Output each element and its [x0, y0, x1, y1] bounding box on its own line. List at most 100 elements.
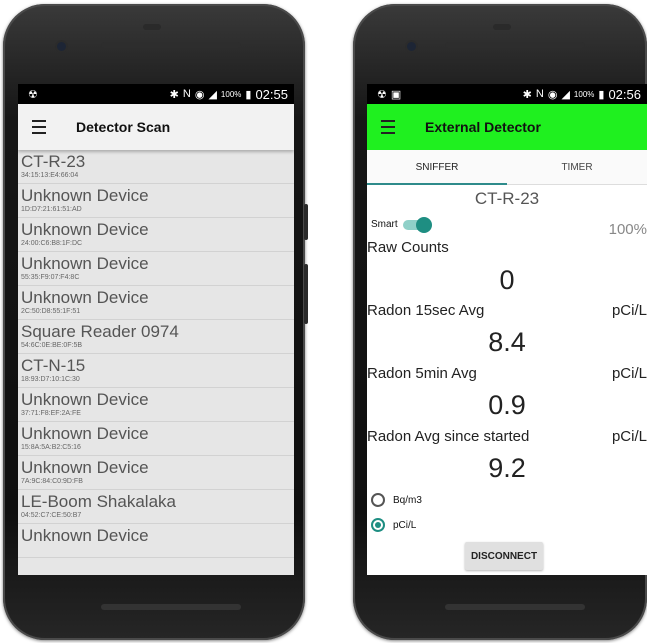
radiation-icon: ☢	[377, 88, 387, 101]
battery-percent: 100%	[220, 89, 242, 99]
tab-bar: SNIFFER TIMER	[367, 150, 647, 185]
list-item[interactable]: Unknown Device 24:00:C6:B8:1F:DC	[18, 218, 294, 252]
device-name: CT-R-23	[474, 189, 540, 208]
smart-toggle[interactable]	[402, 216, 432, 233]
device-name: Unknown Device	[21, 186, 149, 205]
wifi-icon: ◉	[547, 88, 558, 101]
radio-selected[interactable]	[371, 518, 385, 532]
device-mac: 55:35:F9:07:F4:8C	[21, 274, 80, 281]
raw-counts-value: 0	[499, 265, 515, 295]
device-mac: 04:52:C7:CE:50:B7	[21, 512, 82, 519]
unit-option-pcil[interactable]: pCi/L	[371, 518, 416, 532]
sniffer-panel: CT-R-23 Smart 100% Raw Counts 0 Radon 15…	[367, 185, 647, 575]
radon-15sec-unit: pCi/L	[611, 302, 647, 319]
device-mac: 2C:50:D8:55:1F:51	[21, 308, 81, 315]
volume-button	[304, 264, 308, 324]
list-item[interactable]: Unknown Device 1D:D7:21:61:51:AD	[18, 184, 294, 218]
device-mac: 34:15:13:E4:66:04	[21, 172, 79, 179]
status-bar: ☢ ▣ ✱ N ◉ ◢ 100% ▮ 02:56	[367, 84, 647, 104]
device-name: LE-Boom Shakalaka	[21, 492, 176, 511]
bottom-speaker	[101, 604, 241, 610]
power-button	[304, 204, 308, 240]
smart-label: Smart	[371, 219, 398, 230]
device-name: Unknown Device	[21, 424, 149, 443]
proximity-sensor	[493, 24, 511, 30]
toggle-knob	[415, 216, 432, 233]
front-camera	[407, 42, 416, 51]
right-phone: ☢ ▣ ✱ N ◉ ◢ 100% ▮ 02:56 External Detect…	[353, 4, 647, 640]
radon-avg-value: 9.2	[488, 453, 526, 483]
radiation-icon: ☢	[28, 88, 38, 101]
list-item[interactable]: Square Reader 0974 54:6C:0E:BE:0F:5B	[18, 320, 294, 354]
list-item[interactable]: Unknown Device 7A:9C:84:C0:9D:FB	[18, 456, 294, 490]
nfc-icon: N	[535, 88, 544, 100]
battery-icon: ▮	[245, 88, 252, 101]
unit-option-bqm3[interactable]: Bq/m3	[371, 493, 422, 507]
clock: 02:56	[608, 86, 641, 102]
wifi-icon: ◉	[194, 88, 205, 101]
device-list: CT-R-23 34:15:13:E4:66:04 Unknown Device 1…	[18, 150, 294, 575]
list-item[interactable]: CT-R-23 34:15:13:E4:66:04	[18, 150, 294, 184]
left-phone: ☢ ✱ N ◉ ◢ 100% ▮ 02:55 Detector Scan CT-…	[3, 4, 308, 640]
page-title: External Detector	[425, 119, 541, 135]
radon-15sec-value: 8.4	[488, 327, 526, 357]
device-name: Unknown Device	[21, 220, 149, 239]
bottom-speaker	[445, 604, 585, 610]
radon-5min-label: Radon 5min Avg	[367, 365, 477, 382]
unit-option-label: pCi/L	[393, 519, 417, 531]
list-item[interactable]: CT-N-15 18:93:D7:10:1C:30	[18, 354, 294, 388]
earpiece-speaker	[101, 42, 241, 48]
device-mac: 7A:9C:84:C0:9D:FB	[21, 478, 83, 485]
radon-avg-label: Radon Avg since started	[367, 428, 530, 445]
bluetooth-icon: ✱	[169, 88, 179, 101]
front-camera	[57, 42, 66, 51]
list-item[interactable]: Unknown Device 15:8A:5A:B2:C5:16	[18, 422, 294, 456]
hamburger-menu-icon[interactable]	[32, 120, 56, 134]
list-item[interactable]: Unknown Device	[18, 524, 294, 558]
radon-5min-unit: pCi/L	[611, 365, 647, 382]
radio-unselected[interactable]	[371, 493, 385, 507]
battery-level: 100%	[608, 221, 647, 238]
device-name: CT-R-23	[21, 152, 86, 171]
list-item[interactable]: Unknown Device 37:71:F8:EF:2A:FE	[18, 388, 294, 422]
tab-sniffer[interactable]: SNIFFER	[367, 150, 507, 185]
hamburger-menu-icon[interactable]	[381, 120, 405, 134]
device-mac: 15:8A:5A:B2:C5:16	[21, 444, 81, 451]
device-mac: 18:93:D7:10:1C:30	[21, 376, 80, 383]
smart-toggle-row: Smart	[371, 216, 432, 233]
device-name: Square Reader 0974	[21, 322, 179, 341]
disconnect-button[interactable]: DISCONNECT	[465, 542, 543, 570]
list-item[interactable]: LE-Boom Shakalaka 04:52:C7:CE:50:B7	[18, 490, 294, 524]
image-notification-icon: ▣	[390, 88, 402, 101]
page-title: Detector Scan	[76, 119, 171, 135]
proximity-sensor	[143, 24, 161, 30]
app-bar: External Detector	[367, 104, 647, 150]
list-item[interactable]: Unknown Device 55:35:F9:07:F4:8C	[18, 252, 294, 286]
device-name: Unknown Device	[21, 288, 149, 307]
signal-icon: ◢	[208, 88, 217, 101]
device-name: Unknown Device	[21, 458, 149, 477]
radon-15sec-label: Radon 15sec Avg	[367, 302, 485, 319]
device-name: Unknown Device	[21, 526, 149, 545]
nfc-icon: N	[182, 88, 191, 100]
signal-icon: ◢	[561, 88, 570, 101]
battery-percent: 100%	[573, 89, 595, 99]
earpiece-speaker	[445, 42, 585, 48]
device-name: Unknown Device	[21, 254, 149, 273]
status-bar: ☢ ✱ N ◉ ◢ 100% ▮ 02:55	[18, 84, 294, 104]
right-screen: ☢ ▣ ✱ N ◉ ◢ 100% ▮ 02:56 External Detect…	[367, 84, 647, 575]
radon-5min-value: 0.9	[488, 390, 526, 420]
tab-timer[interactable]: TIMER	[507, 150, 647, 184]
radon-avg-unit: pCi/L	[611, 428, 647, 445]
bluetooth-icon: ✱	[522, 88, 532, 101]
unit-option-label: Bq/m3	[393, 494, 422, 506]
device-mac: 24:00:C6:B8:1F:DC	[21, 240, 83, 247]
device-mac: 1D:D7:21:61:51:AD	[21, 206, 82, 213]
device-name: CT-N-15	[21, 356, 86, 375]
raw-counts-label: Raw Counts	[367, 239, 449, 256]
device-name: Unknown Device	[21, 390, 149, 409]
list-item[interactable]: Unknown Device 2C:50:D8:55:1F:51	[18, 286, 294, 320]
clock: 02:55	[255, 86, 288, 102]
battery-icon: ▮	[598, 88, 605, 101]
device-mac: 37:71:F8:EF:2A:FE	[21, 410, 81, 417]
